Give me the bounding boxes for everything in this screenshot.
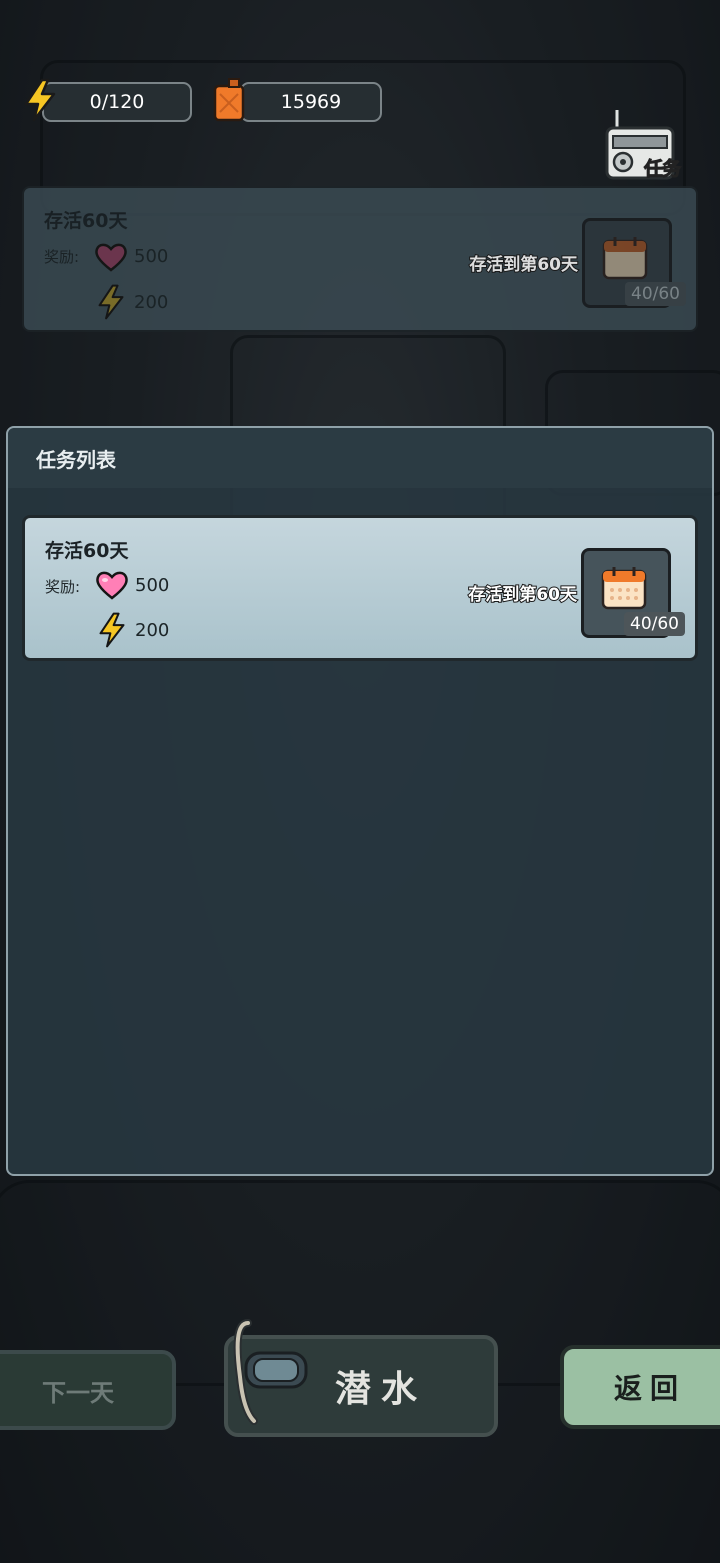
fuel-value: 15969 — [280, 91, 342, 113]
heart-icon — [96, 571, 128, 600]
energy-counter: 0/120 — [42, 82, 192, 122]
energy-icon — [99, 612, 125, 648]
back-button[interactable]: 返回 — [560, 1345, 720, 1429]
calendar-icon — [602, 237, 648, 280]
panel-header: 任务列表 — [8, 428, 712, 488]
reward-energy-value: 200 — [134, 292, 169, 313]
energy-value: 0/120 — [89, 91, 145, 113]
task-shortcut-label[interactable]: 任务 — [643, 154, 681, 181]
reward-heart-value: 500 — [135, 575, 170, 596]
next-day-label: 下一天 — [42, 1378, 114, 1407]
background-quest-card: 存活60天 奖励: 500 200 存活到第60天 40/60 — [22, 186, 698, 332]
quest-goal: 存活到第60天 — [467, 584, 578, 606]
quest-progress: 40/60 — [624, 612, 685, 636]
fuel-can-icon — [213, 78, 245, 122]
reward-label: 奖励: — [44, 248, 80, 266]
quest-title: 存活60天 — [45, 540, 129, 562]
energy-icon — [98, 284, 124, 320]
panel-title: 任务列表 — [36, 448, 116, 472]
quest-progress: 40/60 — [625, 282, 686, 306]
heart-icon — [95, 243, 127, 272]
back-label: 返回 — [613, 1372, 686, 1405]
energy-icon — [24, 78, 56, 122]
reward-heart-value: 500 — [134, 246, 169, 267]
quest-title: 存活60天 — [44, 210, 128, 232]
quest-card[interactable]: 存活60天 奖励: 500 200 存活到第60天 40/60 — [22, 515, 698, 661]
fuel-counter: 15969 — [240, 82, 382, 122]
dive-button[interactable]: 潜水 — [224, 1319, 498, 1437]
snorkel-icon — [233, 1319, 308, 1425]
reward-label: 奖励: — [45, 578, 81, 596]
reward-energy-value: 200 — [135, 620, 170, 641]
quest-goal: 存活到第60天 — [468, 254, 579, 276]
calendar-icon — [601, 567, 647, 610]
dive-label: 潜水 — [334, 1369, 427, 1410]
next-day-button[interactable]: 下一天 — [0, 1350, 176, 1430]
